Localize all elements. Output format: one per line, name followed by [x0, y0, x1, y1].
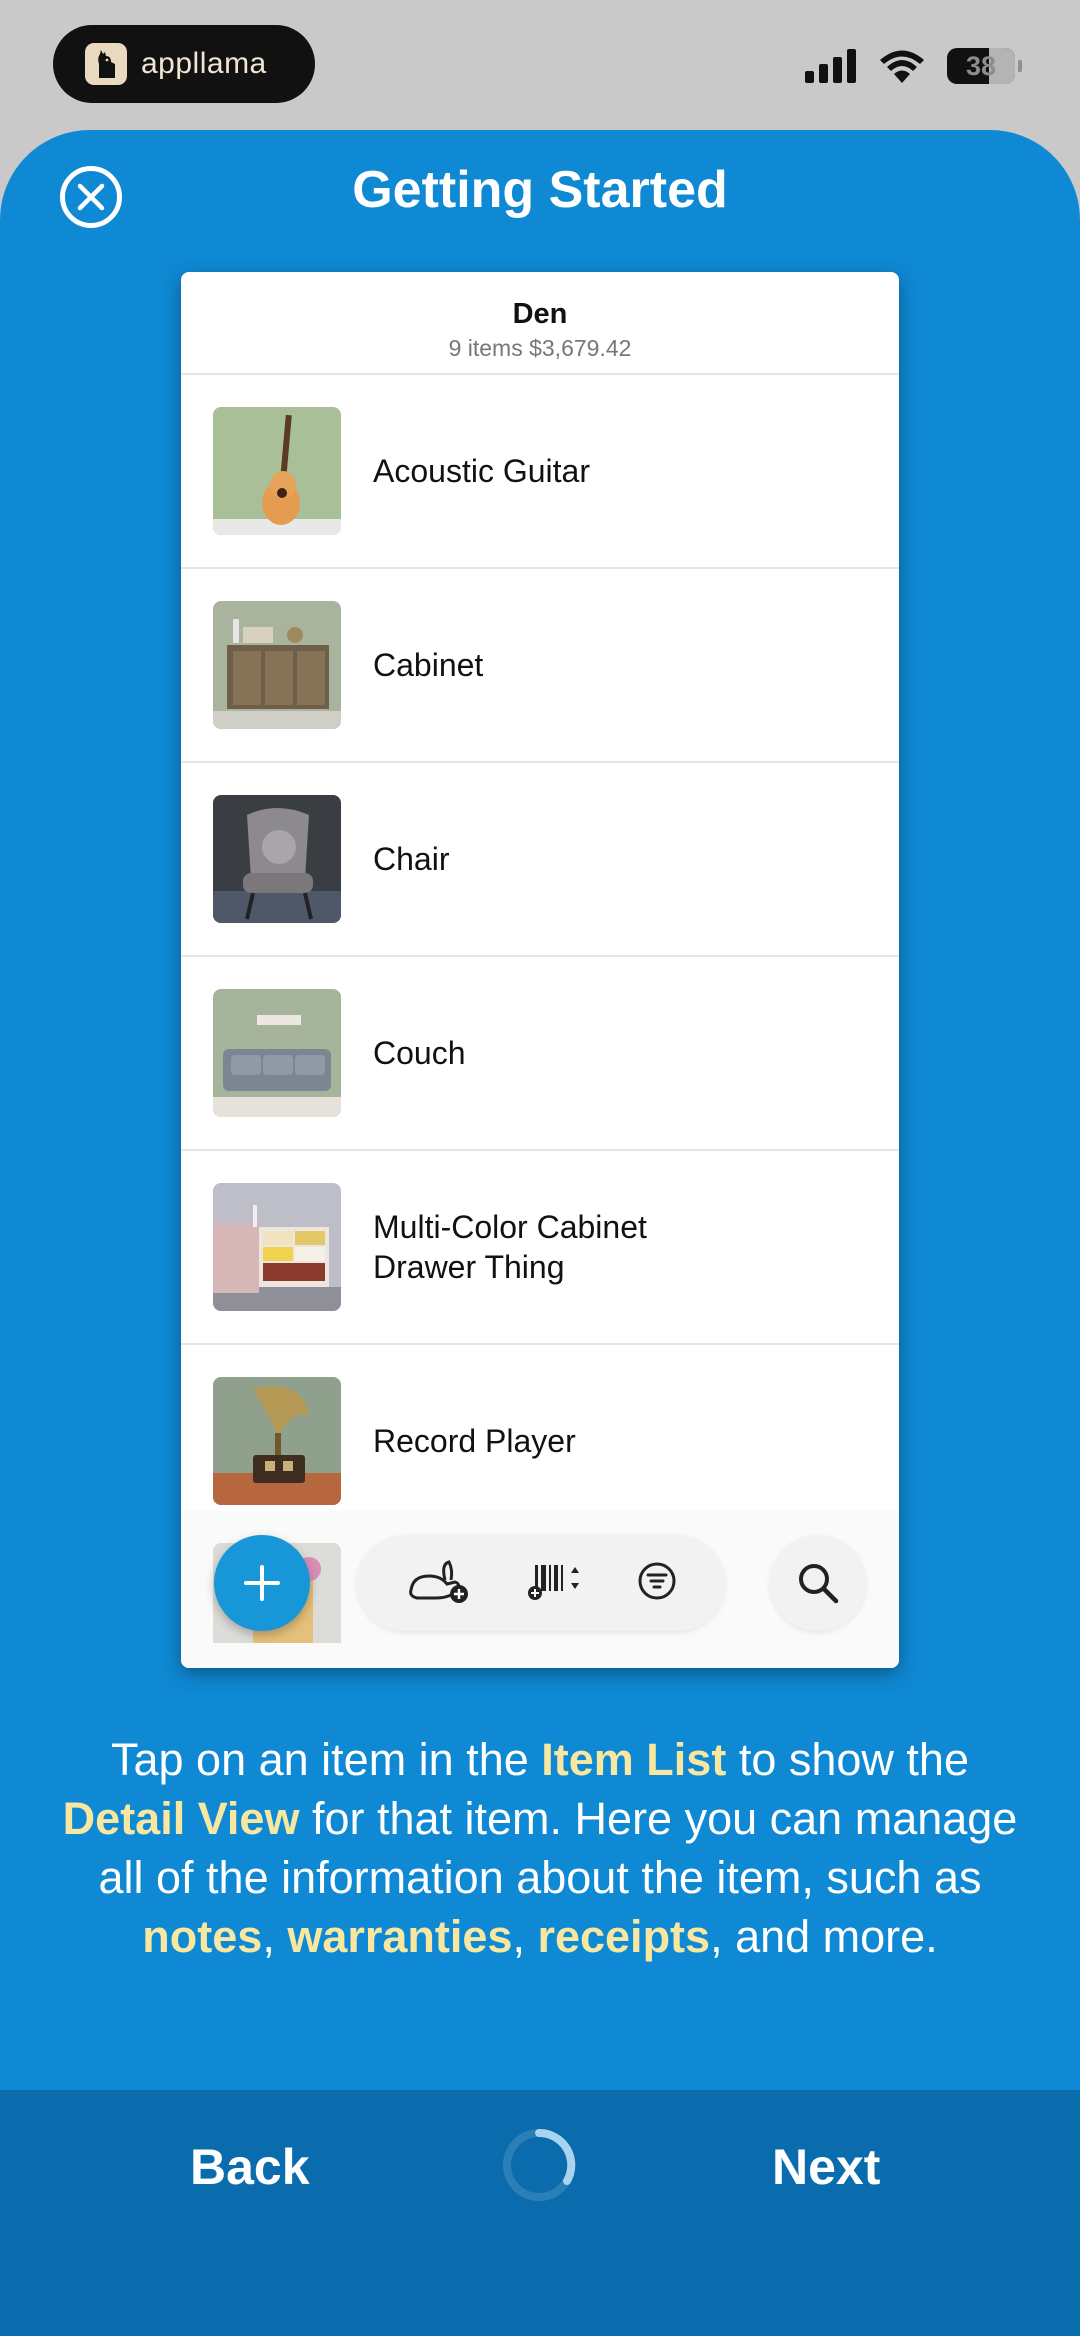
list-item[interactable]: Couch [181, 957, 899, 1151]
bottom-nav-bar: Back Next [0, 2090, 1080, 2336]
list-item[interactable]: Acoustic Guitar [181, 375, 899, 569]
next-button[interactable]: Next [772, 2138, 880, 2196]
list-item[interactable]: Chair [181, 763, 899, 957]
battery-indicator: 38 [947, 48, 1022, 84]
help-text: Tap on an item in the Item List to show … [50, 1730, 1030, 1966]
highlight-detail-view: Detail View [62, 1793, 300, 1844]
battery-level: 38 [965, 50, 997, 81]
search-button[interactable] [770, 1535, 866, 1631]
plus-icon [244, 1565, 280, 1601]
highlight-notes: notes [142, 1911, 263, 1962]
help-text-part: , [262, 1911, 288, 1962]
filter-button[interactable] [637, 1561, 677, 1606]
highlight-warranties: warranties [287, 1911, 513, 1962]
list-header: Den 9 items $3,679.42 [181, 272, 899, 375]
battery-nub [1018, 60, 1022, 72]
highlight-item-list: Item List [541, 1734, 727, 1785]
help-text-part: , and more. [710, 1911, 938, 1962]
search-icon [799, 1564, 839, 1604]
status-icons: 38 [805, 48, 1022, 84]
item-list-preview: Den 9 items $3,679.42 Acoustic Guitar Ca… [181, 272, 899, 1668]
item-name: Chair [373, 841, 450, 877]
list-item[interactable]: Record Player [181, 1345, 899, 1539]
help-text-part: , [512, 1911, 538, 1962]
item-name: Multi-Color Cabinet Drawer Thing [373, 1209, 647, 1285]
barcode-button[interactable] [527, 1561, 581, 1606]
status-bar: appllama 38 [0, 0, 1080, 130]
highlight-receipts: receipts [537, 1911, 711, 1962]
list-subtitle: 9 items $3,679.42 [448, 335, 632, 361]
list-item[interactable]: Multi-Color Cabinet Drawer Thing [181, 1151, 899, 1345]
item-name: Couch [373, 1035, 466, 1071]
getting-started-sheet: Getting Started Den 9 items $3,679.42 Ac… [0, 130, 1080, 2336]
rabbit-add-icon [409, 1559, 468, 1603]
sheet-title: Getting Started [352, 161, 728, 219]
rabbit-add-button[interactable] [405, 1558, 471, 1609]
item-name: Record Player [373, 1423, 576, 1459]
list-title: Den [512, 298, 568, 330]
tools-pill [357, 1535, 725, 1631]
list-item[interactable]: Cabinet [181, 569, 899, 763]
progress-spinner-icon [503, 2128, 576, 2201]
chair-thumbnail [213, 795, 341, 923]
help-text-part: to show the [726, 1734, 969, 1785]
back-button[interactable]: Back [190, 2138, 310, 2196]
guitar-thumbnail [213, 407, 341, 535]
item-name: Acoustic Guitar [373, 453, 590, 489]
couch-thumbnail [213, 989, 341, 1117]
barcode-sort-icon [528, 1564, 579, 1600]
filter-icon [638, 1562, 676, 1599]
cabinet-thumbnail [213, 601, 341, 729]
list-toolbar [181, 1511, 899, 1668]
app-name: appllama [141, 47, 267, 80]
record-player-thumbnail [213, 1377, 341, 1505]
wifi-icon [880, 50, 924, 83]
battery-icon: 38 [947, 48, 1015, 84]
add-item-button[interactable] [214, 1535, 310, 1631]
help-text-part: Tap on an item in the [111, 1734, 542, 1785]
dresser-thumbnail [213, 1183, 341, 1311]
signal-icon [805, 49, 856, 83]
llama-icon [85, 43, 127, 85]
app-pill[interactable]: appllama [53, 25, 315, 103]
item-name: Cabinet [373, 647, 484, 683]
